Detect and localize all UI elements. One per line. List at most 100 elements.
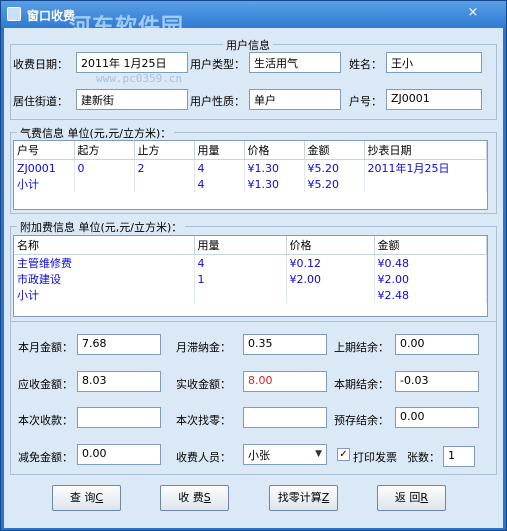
table-row[interactable]: 市政建设 1 ¥2.00 ¥2.00	[14, 271, 487, 287]
table-cell: 4	[194, 254, 287, 271]
table-cell	[364, 176, 487, 192]
table-row[interactable]: 小计 ¥2.48	[14, 287, 487, 303]
user-type-label: 用户类型：	[190, 58, 245, 71]
account-label: 户号：	[349, 95, 382, 108]
title-bar[interactable]: 窗口收费 河东软件园 ×	[1, 1, 506, 40]
table-row[interactable]: ZJ0001 0 2 4 ¥1.30 ¥5.20 2011年1月25日	[14, 159, 487, 176]
nature-field[interactable]: 单户	[249, 89, 341, 110]
query-shortcut: C	[95, 491, 104, 504]
sheets-label: 张数：	[407, 451, 440, 464]
extra-col-header[interactable]: 金额	[374, 236, 487, 255]
actual-field[interactable]: 8.00	[243, 371, 327, 392]
gas-col-header[interactable]: 价格	[244, 141, 305, 160]
charge-button[interactable]: 收 费S	[160, 485, 229, 511]
back-shortcut: R	[420, 491, 429, 504]
gas-col-header[interactable]: 用量	[194, 141, 245, 160]
this-pay-label: 本次收款：	[18, 414, 73, 427]
user-type-field[interactable]: 生活用气	[249, 52, 341, 73]
table-cell: ¥1.30	[244, 176, 305, 192]
query-button[interactable]: 查 询C	[52, 485, 121, 511]
charge-button-label: 收 费	[178, 491, 204, 504]
table-cell: ¥0.48	[374, 254, 487, 271]
gas-fee-table[interactable]: 户号 起方 止方 用量 价格 金额 抄表日期 ZJ0001 0 2 4 ¥1.3…	[13, 140, 488, 210]
prestore-label: 预存结余：	[334, 414, 389, 427]
extra-col-header[interactable]: 名称	[14, 236, 195, 255]
receivable-field[interactable]: 8.03	[77, 371, 161, 392]
last-balance-label: 上期结余：	[334, 341, 389, 354]
gas-col-header[interactable]: 抄表日期	[364, 141, 487, 160]
table-cell: 4	[194, 176, 245, 192]
street-label: 居住街道：	[13, 95, 68, 108]
gas-col-header[interactable]: 户号	[14, 141, 75, 160]
print-invoice-label[interactable]: 打印发票	[353, 449, 397, 465]
pay-date-label: 收费日期：	[13, 58, 68, 71]
last-balance-field[interactable]: 0.00	[395, 334, 479, 355]
back-button[interactable]: 返 回R	[377, 485, 446, 511]
change-calc-shortcut: Z	[321, 491, 330, 504]
pay-date-value: 2011年 1月25日	[81, 57, 167, 70]
change-calc-button[interactable]: 找零计算Z	[269, 485, 338, 511]
extra-col-header[interactable]: 用量	[194, 236, 287, 255]
extra-fee-title: 附加费信息 单位(元,元/立方米)：	[17, 219, 186, 235]
table-cell: ¥0.12	[286, 254, 375, 271]
receivable-label: 应收金额：	[18, 378, 73, 391]
gas-col-header[interactable]: 金额	[304, 141, 365, 160]
sheets-field[interactable]: 1	[443, 446, 475, 467]
table-cell	[134, 176, 195, 192]
extra-col-header[interactable]: 价格	[286, 236, 375, 255]
extra-fee-table[interactable]: 名称 用量 价格 金额 主管维修费 4 ¥0.12 ¥0.48 市政建设 1 ¥…	[13, 235, 488, 317]
print-invoice-checkbox[interactable]: ✓	[337, 448, 350, 461]
change-label: 本次找零：	[176, 414, 231, 427]
late-fee-field[interactable]: 0.35	[243, 334, 327, 355]
nature-label: 用户性质：	[190, 95, 245, 108]
pay-date-field[interactable]: 2011年 1月25日	[76, 52, 188, 73]
table-cell: ¥1.30	[244, 159, 305, 176]
street-field[interactable]: 建新街	[76, 89, 188, 110]
gas-fee-header-row: 户号 起方 止方 用量 价格 金额 抄表日期	[14, 141, 487, 160]
change-calc-button-label: 找零计算	[277, 491, 322, 504]
table-cell	[74, 176, 135, 192]
table-cell: ¥2.48	[374, 287, 487, 303]
back-button-label: 返 回	[394, 491, 421, 504]
table-cell: 4	[194, 159, 245, 176]
table-cell: 市政建设	[14, 271, 195, 287]
change-field[interactable]	[243, 407, 327, 428]
table-cell	[194, 287, 287, 303]
table-cell: 2011年1月25日	[364, 159, 487, 176]
gas-col-header[interactable]: 起方	[74, 141, 135, 160]
name-field[interactable]: 王小	[386, 52, 482, 73]
table-cell: ZJ0001	[14, 159, 75, 176]
window-title: 窗口收费	[27, 9, 76, 23]
account-field[interactable]: ZJ0001	[386, 89, 482, 110]
collector-select[interactable]: 小张 ▼	[243, 444, 327, 465]
table-cell: ¥5.20	[304, 176, 365, 192]
app-icon	[7, 7, 21, 21]
month-amount-label: 本月金额：	[18, 341, 73, 354]
charge-shortcut: S	[203, 491, 211, 504]
table-cell: 2	[134, 159, 195, 176]
app-window: 窗口收费 河东软件园 × www.pc0359.cn 用户信息 收费日期： 20…	[0, 0, 507, 531]
current-balance-field[interactable]: -0.03	[395, 371, 479, 392]
table-cell: ¥2.00	[374, 271, 487, 287]
chevron-down-icon[interactable]: ▼	[315, 449, 322, 459]
collector-label: 收费人员：	[176, 451, 231, 464]
discount-label: 减免金额：	[18, 451, 73, 464]
gas-col-header[interactable]: 止方	[134, 141, 195, 160]
prestore-field[interactable]: 0.00	[395, 407, 479, 428]
client-area: www.pc0359.cn 用户信息 收费日期： 2011年 1月25日 用户类…	[4, 28, 503, 528]
table-cell: ¥5.20	[304, 159, 365, 176]
close-icon[interactable]: ×	[463, 4, 483, 22]
query-button-label: 查 询	[69, 491, 96, 504]
current-balance-label: 本期结余：	[334, 378, 389, 391]
table-cell	[286, 287, 375, 303]
discount-field[interactable]: 0.00	[77, 444, 161, 465]
gas-fee-title: 气费信息 单位(元,元/立方米)：	[17, 125, 175, 141]
late-fee-label: 月滞纳金：	[176, 341, 231, 354]
table-row[interactable]: 主管维修费 4 ¥0.12 ¥0.48	[14, 254, 487, 271]
month-amount-field[interactable]: 7.68	[77, 334, 161, 355]
this-pay-field[interactable]	[77, 407, 161, 428]
table-cell: 0	[74, 159, 135, 176]
table-cell: 主管维修费	[14, 254, 195, 271]
table-row[interactable]: 小计 4 ¥1.30 ¥5.20	[14, 176, 487, 192]
extra-fee-header-row: 名称 用量 价格 金额	[14, 236, 487, 255]
